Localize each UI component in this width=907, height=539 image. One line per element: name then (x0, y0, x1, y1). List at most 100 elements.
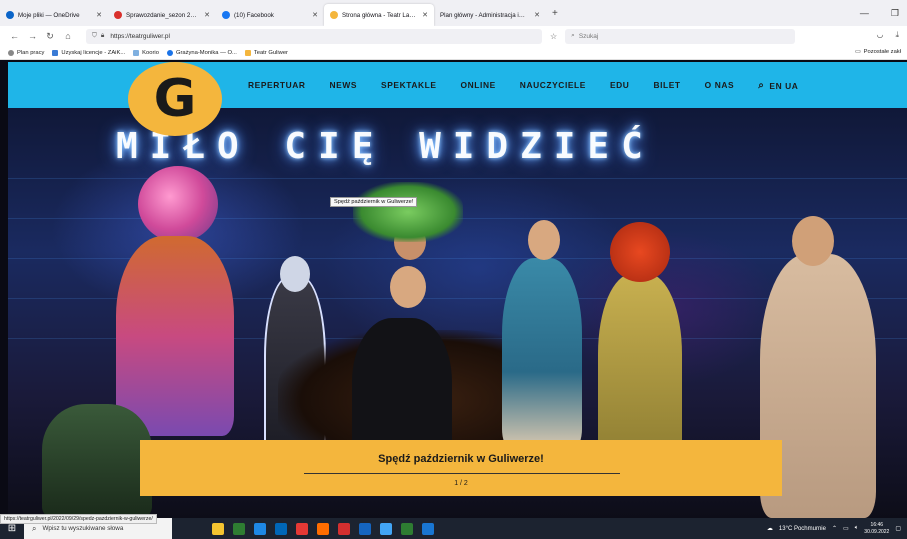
other-bookmarks[interactable]: ▭ Pozostałe zakł (855, 49, 901, 55)
performer-costume (116, 236, 234, 436)
taskbar-app-icon[interactable] (275, 522, 287, 535)
search-placeholder: Szukaj (578, 32, 599, 40)
bookmark-item[interactable]: Plan pracy (8, 49, 45, 56)
taskbar-app-icon[interactable] (296, 522, 308, 535)
tab-facebook[interactable]: (10) Facebook ✕ (216, 4, 324, 26)
clock-date: 30.09.2022 (864, 528, 890, 535)
slider-banner[interactable]: Spędź październik w Guliwerze! 1 / 2 (140, 440, 782, 496)
close-icon[interactable]: ✕ (534, 11, 540, 19)
bookmarks-bar: Plan pracy Uzyskaj licencje - ZAiK... Ko… (0, 46, 907, 60)
tab-label: Strona główna - Teatr Lalek Guliwer (342, 11, 417, 19)
close-icon[interactable]: ✕ (422, 11, 428, 19)
forward-icon[interactable]: → (28, 31, 37, 41)
globe-icon (8, 49, 14, 56)
status-bar-url: https://teatrguliwer.pl/2022/09/29/spedz… (0, 514, 157, 524)
bookmark-label: Teatr Guliwer (253, 49, 288, 56)
menu-item-nauczyciele[interactable]: NAUCZYCIELE (520, 80, 586, 91)
menu-item-news[interactable]: NEWS (330, 80, 358, 91)
document-icon (114, 11, 122, 19)
banner-title[interactable]: Spędź październik w Guliwerze! (140, 453, 782, 465)
menu-item-edu[interactable]: EDU (610, 80, 629, 91)
taskbar-app-icon[interactable] (233, 522, 245, 535)
back-icon[interactable]: ← (10, 31, 19, 41)
toolbar-right: ◡ ⤓ (876, 30, 899, 40)
language-label[interactable]: EN UA (769, 81, 798, 91)
taskbar-app-icon[interactable] (380, 522, 392, 535)
performer-flower-head (138, 166, 218, 242)
menu-item-online[interactable]: ONLINE (461, 80, 496, 91)
browser-search-input[interactable]: ⌕ Szukaj (565, 28, 796, 44)
pocket-icon[interactable]: ◡ (876, 30, 883, 40)
bookmark-item[interactable]: Uzyskaj licencje - ZAiK... (52, 49, 126, 56)
performer-red-hair (610, 222, 670, 282)
hero-image[interactable]: MIŁO CIĘ WIDZIEĆ Spędź październik w Gul… (8, 108, 907, 518)
performer-head (528, 220, 560, 260)
close-icon[interactable]: ✕ (312, 11, 318, 19)
menu-item-o-nas[interactable]: O NAS (705, 80, 735, 91)
chevron-up-icon[interactable]: ⌃ (832, 525, 837, 532)
bookmark-label: Uzyskaj licencje - ZAiK... (61, 49, 126, 56)
hero-tooltip: Spędź październik w Guliwerze! (330, 197, 418, 207)
performer-head (792, 216, 834, 266)
bookmark-label: Koorio (142, 49, 159, 56)
network-icon[interactable]: ▭ (843, 525, 849, 532)
clock-time: 16:46 (870, 521, 884, 528)
bookmark-item[interactable]: Grażyna-Monika — O... (166, 49, 237, 56)
performer-blue-vest (502, 258, 582, 448)
volume-icon[interactable]: 🔈︎ (855, 525, 859, 532)
bookmark-item[interactable]: Teatr Guliwer (244, 49, 288, 56)
other-bookmarks-label: Pozostałe zakł (863, 49, 901, 55)
tab-label: (10) Facebook (234, 11, 274, 19)
performer-bottom-left (42, 404, 152, 518)
lock-icon: 🔒︎ (100, 32, 105, 39)
facebook-icon (222, 11, 230, 19)
restore-icon[interactable]: ❐ (891, 8, 899, 19)
weather-icon: ☁ (766, 526, 773, 532)
website-viewport: REPERTUAR NEWS SPEKTAKLE ONLINE NAUCZYCI… (0, 60, 907, 518)
taskbar-app-icon[interactable] (212, 522, 224, 535)
bookmark-label: Plan pracy (17, 49, 45, 56)
main-menu: REPERTUAR NEWS SPEKTAKLE ONLINE NAUCZYCI… (248, 80, 822, 91)
menu-item-spektakle[interactable]: SPEKTAKLE (381, 80, 437, 91)
address-bar[interactable]: ⛉ 🔒︎ https://teatrguliwer.pl (86, 28, 542, 44)
reload-icon[interactable]: ↻ (46, 31, 54, 42)
taskbar-app-icon[interactable] (401, 522, 413, 535)
taskbar-app-icon[interactable] (422, 522, 434, 535)
new-tab-button[interactable]: + (552, 8, 558, 19)
close-icon[interactable]: ✕ (96, 11, 102, 19)
banner-divider (304, 473, 620, 474)
search-icon: ⌕ (571, 32, 575, 39)
browser-tab-bar: Moje pliki — OneDrive ✕ Sprawozdanie_sez… (0, 0, 907, 26)
taskbar-app-icon[interactable] (254, 522, 266, 535)
tab-label: Moje pliki — OneDrive (18, 11, 80, 19)
menu-item-bilet[interactable]: BILET (653, 80, 680, 91)
minimize-icon[interactable]: — (860, 8, 869, 19)
taskbar-app-icon[interactable] (338, 522, 350, 535)
download-icon[interactable]: ⤓ (895, 30, 899, 40)
taskbar-app-icon[interactable] (359, 522, 371, 535)
notifications-icon[interactable]: ▢ (895, 525, 901, 532)
tab-plan-glowny[interactable]: Plan główny - Administracja intranet ✕ (434, 4, 546, 26)
tab-sprawozdanie[interactable]: Sprawozdanie_sezon 2021_2022 ✕ (108, 4, 216, 26)
bookmark-star-icon[interactable]: ☆ (550, 32, 557, 41)
bookmark-item[interactable]: Koorio (133, 49, 159, 56)
bookmark-favicon (133, 49, 140, 56)
home-icon[interactable]: ⌂ (64, 31, 72, 41)
menu-item-repertuar[interactable]: REPERTUAR (248, 80, 306, 91)
slider-counter: 1 / 2 (454, 480, 468, 487)
tab-label: Sprawozdanie_sezon 2021_2022 (126, 11, 198, 19)
search-icon: ⌕ (32, 523, 37, 533)
bookmark-favicon (52, 49, 59, 56)
guliwer-icon (330, 11, 338, 19)
taskbar-app-icon[interactable] (317, 522, 329, 535)
tab-teatr-guliwer[interactable]: Strona główna - Teatr Lalek Guliwer ✕ (324, 4, 434, 26)
tab-onedrive[interactable]: Moje pliki — OneDrive ✕ (0, 4, 108, 26)
close-icon[interactable]: ✕ (204, 11, 210, 19)
search-icon[interactable]: ⌕ (758, 80, 764, 91)
onedrive-icon (6, 11, 14, 19)
menu-search-language[interactable]: ⌕ EN UA (758, 80, 798, 91)
site-logo[interactable]: G (128, 62, 222, 136)
taskbar-clock[interactable]: 16:46 30.09.2022 (864, 522, 889, 536)
browser-nav-bar: ← → ↻ ⌂ ⛉ 🔒︎ https://teatrguliwer.pl ☆ ⌕… (0, 26, 907, 46)
weather-text[interactable]: 13°C Pochmurnie (779, 526, 826, 532)
